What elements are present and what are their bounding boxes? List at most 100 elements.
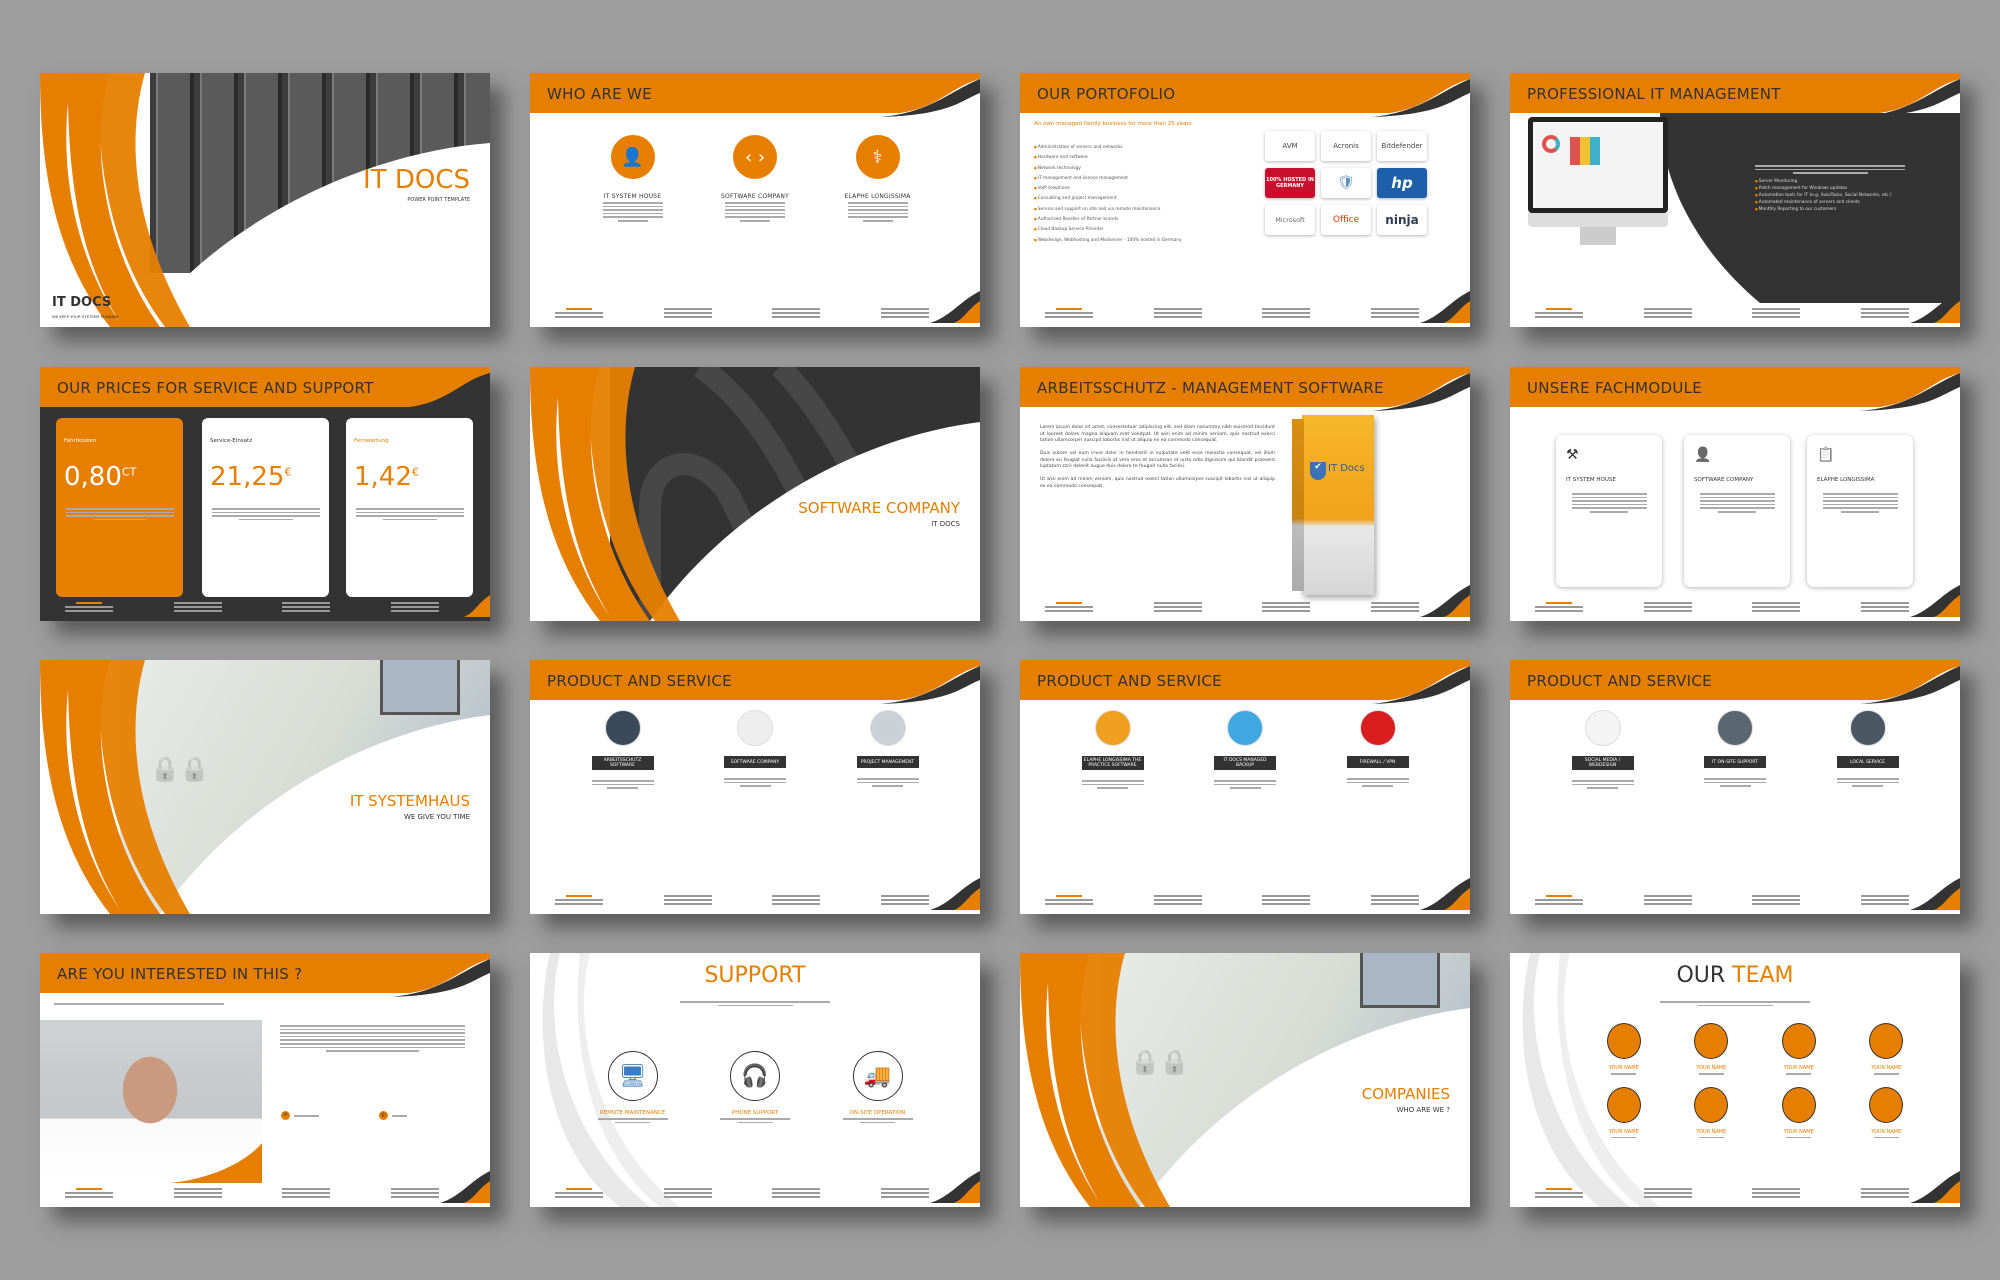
member-photo xyxy=(1869,1023,1904,1059)
module-card[interactable]: 👤 SOFTWARE COMPANY xyxy=(1684,435,1790,587)
phone-icon[interactable]: ✆ xyxy=(379,1111,388,1120)
email-text xyxy=(294,1113,319,1119)
slide-section-photo[interactable]: 🔒🔒 COMPANIES WHO ARE WE ? xyxy=(1020,953,1470,1207)
member-name: YOUR NAME xyxy=(1783,1065,1814,1071)
footer-text xyxy=(1752,1192,1801,1194)
member-photo xyxy=(1869,1086,1904,1123)
slide-three-icons[interactable]: WHO ARE WE 👤 IT SYSTEM HOUSE ‹ › SOFTWARE CO… xyxy=(530,73,980,327)
text-lines xyxy=(570,780,675,789)
footer-corner xyxy=(430,1163,490,1207)
text-lines xyxy=(703,778,808,787)
monitor-stand xyxy=(1580,227,1616,245)
slide-products[interactable]: PRODUCT AND SERVICE SOCIAL MEDIA / WEBDES… xyxy=(1510,660,1960,914)
support-item[interactable]: 🖥 REMOTE MAINTENANCE xyxy=(580,1051,685,1125)
price-value: 0,80CT xyxy=(64,462,175,492)
footer-column xyxy=(1741,308,1811,322)
footer-column xyxy=(1741,1188,1811,1202)
product-item[interactable]: ARBEITSSCHUTZ SOFTWARE xyxy=(570,710,675,791)
footer-text xyxy=(663,903,712,905)
footer-text xyxy=(772,903,821,905)
text-line xyxy=(724,781,786,784)
module-card[interactable]: ⚒ IT SYSTEM HOUSE xyxy=(1556,435,1662,587)
cover-subtitle: POWER POINT TEMPLATE xyxy=(407,197,470,203)
team-member[interactable]: YOUR NAME xyxy=(1843,1023,1931,1077)
slide-portfolio[interactable]: OUR PORTOFOLIO An own managed family busi… xyxy=(1020,73,1470,327)
product-item[interactable]: IT DOCS MANAGED BACKUP xyxy=(1193,710,1298,791)
text-line xyxy=(1836,778,1899,780)
column-title: IT SYSTEM HOUSE xyxy=(603,193,662,200)
module-card[interactable]: 📋 ELAPHE LONGISSIMA xyxy=(1807,435,1913,587)
box-label: IT Docs xyxy=(1328,463,1365,474)
product-item[interactable]: PROJECT MANAGEMENT xyxy=(835,710,940,791)
slide-support[interactable]: SUPPORT 🖥 REMOTE MAINTENANCE 🎧 PHONE SUPPORT… xyxy=(530,953,980,1207)
footer-text xyxy=(65,610,113,612)
text-lines xyxy=(825,1118,930,1124)
footer-text xyxy=(1752,312,1801,314)
product-item[interactable]: ELAPHE LONGISSIMA THE PRACTICE SOFTWARE xyxy=(1060,710,1165,791)
footer-text xyxy=(1153,602,1202,604)
team-member[interactable]: YOUR NAME xyxy=(1755,1023,1843,1077)
footer-text xyxy=(663,1188,712,1190)
product-item[interactable]: LOCAL SERVICE xyxy=(1815,710,1920,791)
slide-cover[interactable]: IT DOCS POWER POINT TEMPLATE IT DOCS WE KEE… xyxy=(40,73,490,327)
slide-footer xyxy=(1524,602,1920,616)
item-text: Automated maintenance of servers and cli… xyxy=(1758,200,1860,205)
email-icon[interactable]: ✉ xyxy=(281,1111,290,1120)
footer-text xyxy=(1643,1196,1692,1198)
slide-monitor[interactable]: PROFESSIONAL IT MANAGEMENT ■ Server Monit… xyxy=(1510,73,1960,327)
product-item[interactable]: FIREWALL / VPN xyxy=(1325,710,1430,791)
member-photo xyxy=(1694,1086,1729,1123)
footer-text xyxy=(1045,899,1093,901)
team-member[interactable]: YOUR NAME xyxy=(1580,1086,1668,1141)
section-title: SOFTWARE COMPANY xyxy=(798,499,960,517)
support-item[interactable]: 🚚 ON-SITE OPERATION xyxy=(825,1051,930,1125)
product-item[interactable]: IT ON-SITE SUPPORT xyxy=(1683,710,1788,791)
slide-box[interactable]: ARBEITSSCHUTZ - MANAGEMENT SOFTWARE Lorem… xyxy=(1020,367,1470,621)
footer-text xyxy=(282,1188,331,1190)
slide-products[interactable]: PRODUCT AND SERVICE ARBEITSSCHUTZ SOFTWAR… xyxy=(530,660,980,914)
product-item[interactable]: SOCIAL MEDIA / WEBDESIGN xyxy=(1550,710,1655,791)
footer-text xyxy=(555,316,603,318)
text-line xyxy=(1699,493,1775,495)
text-line xyxy=(1697,1004,1773,1007)
product-label: SOCIAL MEDIA / WEBDESIGN xyxy=(1571,756,1634,770)
team-member[interactable]: YOUR NAME xyxy=(1668,1023,1756,1077)
slide-prices[interactable]: OUR PRICES FOR SERVICE AND SUPPORT Fahrtk… xyxy=(40,367,490,621)
footer-text xyxy=(1752,316,1801,318)
text-lines xyxy=(1817,493,1903,513)
footer-text xyxy=(1643,308,1692,310)
footer-text xyxy=(555,1192,603,1194)
text-line xyxy=(1698,1073,1724,1075)
slide-section-photo[interactable]: 🔒🔒 IT SYSTEMHAUS WE GIVE YOU TIME xyxy=(40,660,490,914)
section-subtitle: IT DOCS xyxy=(931,520,960,528)
section-subtitle: WHO ARE WE ? xyxy=(1396,1106,1450,1114)
footer-text xyxy=(282,610,331,612)
slide-section-dark[interactable]: SOFTWARE COMPANY IT DOCS xyxy=(530,367,980,621)
text-line xyxy=(602,202,663,204)
member-photo xyxy=(1606,1086,1641,1123)
footer-text xyxy=(1752,610,1801,612)
text-line xyxy=(1786,1073,1812,1075)
footer-column xyxy=(1143,308,1213,322)
partner-logo: Bitdefender xyxy=(1377,131,1427,161)
column-title: SOFTWARE COMPANY xyxy=(721,193,789,200)
team-member[interactable]: YOUR NAME xyxy=(1755,1086,1843,1141)
slide-footer xyxy=(54,1188,450,1202)
slide-contact[interactable]: ARE YOU INTERESTED IN THIS ? ✉ ✆ xyxy=(40,953,490,1207)
support-item[interactable]: 🎧 PHONE SUPPORT xyxy=(703,1051,808,1125)
text-line xyxy=(1571,496,1647,499)
team-member[interactable]: YOUR NAME xyxy=(1843,1086,1931,1141)
text-line xyxy=(280,1035,465,1038)
product-item[interactable]: SOFTWARE COMPANY xyxy=(703,710,808,791)
footer-column xyxy=(761,308,831,322)
text-line xyxy=(739,785,771,787)
slide-products[interactable]: PRODUCT AND SERVICE ELAPHE LONGISSIMA THE… xyxy=(1020,660,1470,914)
team-member[interactable]: YOUR NAME xyxy=(1668,1086,1756,1141)
title-part-accent: TEAM xyxy=(1732,963,1794,988)
text-line xyxy=(326,1050,419,1052)
footer-text xyxy=(1262,312,1311,314)
footer-column xyxy=(1251,895,1321,909)
slide-team[interactable]: OUR TEAM YOUR NAME YOUR NAME YOUR NAME YOUR … xyxy=(1510,953,1960,1207)
slide-cards[interactable]: UNSERE FACHMODULE ⚒ IT SYSTEM HOUSE 👤 SOFTWA… xyxy=(1510,367,1960,621)
team-member[interactable]: YOUR NAME xyxy=(1580,1023,1668,1077)
